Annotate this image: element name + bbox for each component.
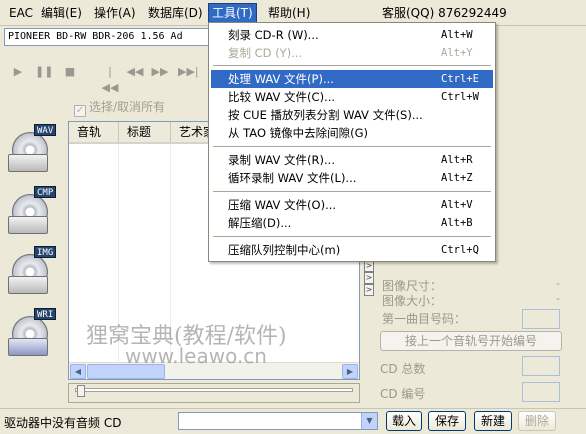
menu-item-record-wav[interactable]: 录制 WAV 文件(R)... Alt+R bbox=[211, 151, 493, 169]
slider-track bbox=[75, 388, 353, 392]
image-length-value: - bbox=[556, 292, 560, 305]
status-text: 驱动器中没有音频 CD bbox=[4, 416, 122, 430]
stop-icon[interactable]: ■ bbox=[61, 64, 79, 80]
drive-icon bbox=[8, 154, 48, 172]
menu-separator bbox=[213, 65, 491, 66]
play-icon[interactable]: ▶ bbox=[9, 64, 27, 80]
drive-icon bbox=[8, 276, 48, 294]
delete-button[interactable]: 删除 bbox=[518, 411, 556, 431]
fast-forward-icon[interactable]: ▶▶ bbox=[151, 64, 169, 80]
new-button[interactable]: 新建 bbox=[474, 411, 512, 431]
watermark-url: www.leawo.cn bbox=[125, 344, 267, 368]
next-track-icon[interactable]: ▶▶| bbox=[178, 64, 199, 80]
side-tag-wri: WRI bbox=[34, 308, 57, 320]
menu-item-split-wav-cue[interactable]: 按 CUE 播放列表分割 WAV 文件(S)... bbox=[211, 106, 493, 124]
pause-icon[interactable]: ❚❚ bbox=[35, 64, 53, 80]
support-qq-label: 客服(QQ) 876292449 bbox=[382, 6, 507, 20]
menu-help[interactable]: 帮助(H) bbox=[265, 4, 313, 22]
side-tool-cmp[interactable]: CMP bbox=[6, 186, 60, 242]
image-length-label: 图像大小： bbox=[382, 294, 443, 308]
pencil-icon bbox=[8, 338, 48, 356]
first-track-field[interactable] bbox=[522, 309, 560, 329]
side-tool-img[interactable]: IMG bbox=[6, 246, 60, 302]
side-tool-wri[interactable]: WRI bbox=[6, 308, 60, 364]
select-all-label: 选择/取消所有 bbox=[89, 100, 166, 114]
save-button[interactable]: 保存 bbox=[428, 411, 466, 431]
status-bar: 驱动器中没有音频 CD ▼ 载入 保存 新建 删除 bbox=[0, 408, 586, 434]
slider-knob[interactable] bbox=[77, 385, 85, 397]
image-size-value: - bbox=[556, 277, 560, 290]
menu-action[interactable]: 操作(A) bbox=[91, 4, 139, 22]
menu-separator bbox=[213, 236, 491, 237]
side-tool-wav[interactable]: WAV bbox=[6, 124, 60, 180]
column-title[interactable]: 标题 bbox=[119, 122, 171, 142]
menu-item-process-wav[interactable]: 处理 WAV 文件(P)... Ctrl+E bbox=[211, 70, 493, 88]
menu-item-burn-cd[interactable]: 刻录 CD-R (W)... Alt+W bbox=[211, 26, 493, 44]
column-track[interactable]: 音轨 bbox=[69, 122, 119, 142]
menu-item-loop-record-wav[interactable]: 循环录制 WAV 文件(L)... Alt+Z bbox=[211, 169, 493, 187]
position-slider[interactable] bbox=[68, 383, 360, 403]
tools-dropdown-menu: 刻录 CD-R (W)... Alt+W 复制 CD (Y)... Alt+Y 处理… bbox=[208, 22, 496, 262]
menu-item-compare-wav[interactable]: 比较 WAV 文件(C)... Ctrl+W bbox=[211, 88, 493, 106]
previous-track-icon[interactable]: |◀◀ bbox=[101, 64, 119, 94]
side-tag-img: IMG bbox=[34, 246, 57, 258]
status-combo[interactable]: ▼ bbox=[178, 412, 378, 430]
chevron-right-icon[interactable]: > bbox=[364, 284, 374, 296]
cd-number-field[interactable] bbox=[522, 382, 560, 402]
drive-select[interactable]: PIONEER BD-RW BDR-206 1.56 Ad bbox=[4, 28, 218, 46]
side-tag-wav: WAV bbox=[34, 124, 57, 136]
menu-database[interactable]: 数据库(D) bbox=[145, 4, 206, 22]
continue-numbering-button[interactable]: 接上一个音轨号开始编号 bbox=[380, 331, 562, 351]
cd-total-field[interactable] bbox=[522, 356, 560, 376]
menu-item-compress-wav[interactable]: 压缩 WAV 文件(O)... Alt+V bbox=[211, 196, 493, 214]
menu-item-decompress[interactable]: 解压缩(D)... Alt+B bbox=[211, 214, 493, 232]
scroll-left-icon[interactable]: ◀ bbox=[70, 364, 86, 379]
chevron-down-icon[interactable]: ▼ bbox=[361, 413, 377, 429]
cd-total-label: CD 总数 bbox=[380, 362, 426, 376]
menu-item-remove-tao-gaps[interactable]: 从 TAO 镜像中去除间隙(G) bbox=[211, 124, 493, 142]
cd-number-label: CD 编号 bbox=[380, 387, 426, 401]
select-all-checkbox[interactable]: ✓ 选择/取消所有 bbox=[74, 99, 166, 117]
menu-item-copy-cd[interactable]: 复制 CD (Y)... Alt+Y bbox=[211, 44, 493, 62]
menu-item-compression-queue[interactable]: 压缩队列控制中心(m) Ctrl+Q bbox=[211, 241, 493, 259]
checkbox-icon: ✓ bbox=[74, 105, 86, 117]
menu-separator bbox=[213, 146, 491, 147]
rewind-icon[interactable]: ◀◀ bbox=[126, 64, 144, 80]
menu-eac[interactable]: EAC bbox=[6, 4, 36, 22]
menu-tools[interactable]: 工具(T) bbox=[208, 3, 257, 23]
chevron-right-icon[interactable]: > bbox=[364, 272, 374, 284]
menu-separator bbox=[213, 191, 491, 192]
menu-edit[interactable]: 编辑(E) bbox=[38, 4, 85, 22]
side-tag-cmp: CMP bbox=[34, 186, 57, 198]
drive-icon bbox=[8, 216, 48, 234]
first-track-label: 第一曲目号码： bbox=[382, 312, 467, 326]
load-button[interactable]: 载入 bbox=[386, 411, 422, 431]
scroll-right-icon[interactable]: ▶ bbox=[342, 364, 358, 379]
